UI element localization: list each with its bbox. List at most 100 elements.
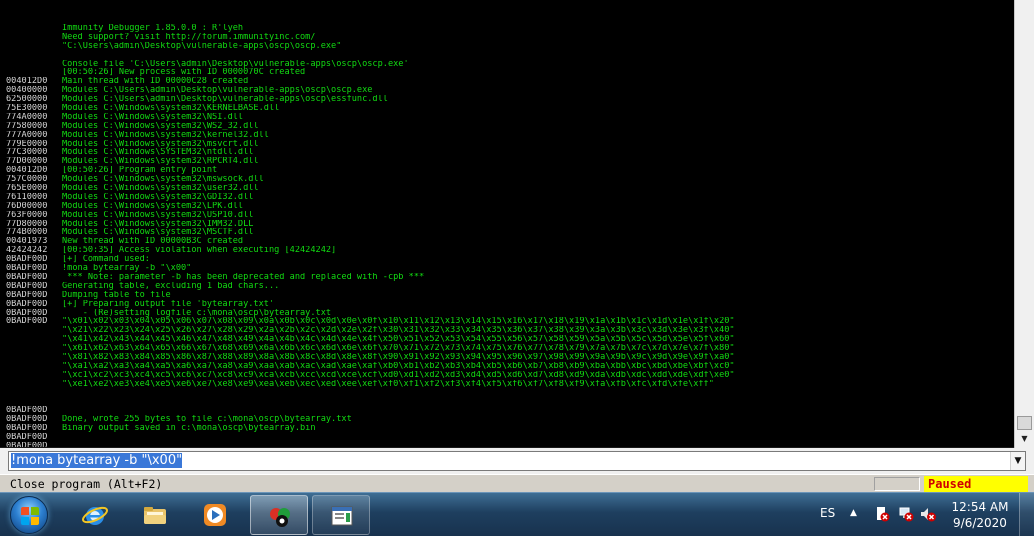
log-address: 777A0000 [6, 130, 48, 140]
log-address: 0BADF00D [6, 290, 48, 300]
log-line[interactable]: 00400000 Modules C:\Users\admin\Desktop\v… [6, 86, 1012, 95]
status-text: Close program (Alt+F2) [10, 477, 163, 491]
log-line[interactable]: Need support? visit http://forum.immunit… [6, 33, 1012, 42]
log-line[interactable]: "\x21\x22\x23\x24\x25\x26\x27\x28\x29\x2… [6, 326, 1012, 335]
log-line[interactable]: "\xe1\xe2\xe3\xe4\xe5\xe6\xe7\xe8\xe9\xe… [6, 380, 1012, 389]
log-line[interactable]: 0BADF00D "\x01\x02\x03\x04\x05\x06\x07\x0… [6, 317, 1012, 326]
log-line[interactable]: 42424242 [00:50:35] Access violation when… [6, 246, 1012, 255]
log-line[interactable]: 77C30000 Modules C:\Windows\SYSTEM32\ntdl… [6, 148, 1012, 157]
log-line[interactable]: 77D00000 Modules C:\Windows\system32\RPCR… [6, 157, 1012, 166]
network-icon[interactable] [898, 506, 914, 522]
log-line[interactable]: 0BADF00D Done, wrote 255 bytes to file c:… [6, 415, 1012, 424]
log-line[interactable]: "\x81\x82\x83\x84\x85\x86\x87\x88\x89\x8… [6, 353, 1012, 362]
log-message: Main thread with ID 00000C28 created [62, 77, 249, 87]
log-lines: Immunity Debugger 1.85.0.0 : R'lyeh Need … [6, 24, 1012, 447]
log-line[interactable]: 763F0000 Modules C:\Windows\system32\USP1… [6, 211, 1012, 220]
log-message: [00:50:26] New process with ID 0000070C … [62, 68, 306, 78]
log-line[interactable]: 0BADF00D [+] Preparing output file 'bytea… [6, 300, 1012, 309]
log-scrollbar[interactable]: ▼ [1014, 0, 1034, 448]
log-line[interactable]: 765E0000 Modules C:\Windows\system32\user… [6, 184, 1012, 193]
log-message: "\x01\x02\x03\x04\x05\x06\x07\x08\x09\x0… [62, 317, 735, 327]
taskbar-explorer-button[interactable] [126, 495, 184, 535]
log-message: Modules C:\Windows\SYSTEM32\ntdll.dll [62, 148, 254, 158]
command-input[interactable]: !mona bytearray -b "\x00" [8, 451, 1026, 471]
log-line[interactable]: 77580000 Modules C:\Windows\system32\WS2_… [6, 122, 1012, 131]
log-line[interactable]: 0BADF00D Generating table, excluding 1 ba… [6, 282, 1012, 291]
log-line[interactable]: "C:\Users\admin\Desktop\vulnerable-apps\… [6, 42, 1012, 51]
log-line[interactable]: 0BADF00D Binary output saved in c:\mona\o… [6, 424, 1012, 433]
log-message: Modules C:\Windows\system32\RPCRT4.dll [62, 157, 259, 167]
command-bar: !mona bytearray -b "\x00" ▼ [0, 448, 1034, 474]
log-message: Modules C:\Windows\system32\msvcrt.dll [62, 139, 259, 149]
taskbar-window-button[interactable] [312, 495, 370, 535]
log-line[interactable]: Immunity Debugger 1.85.0.0 : R'lyeh [6, 24, 1012, 33]
command-dropdown-icon[interactable]: ▼ [1010, 452, 1025, 470]
log-address: 77C30000 [6, 148, 48, 158]
status-bar: Close program (Alt+F2) Paused [0, 474, 1034, 492]
clock-time[interactable]: 12:54 AM [950, 500, 1010, 514]
log-line[interactable]: "\xa1\xa2\xa3\xa4\xa5\xa6\xa7\xa8\xa9\xa… [6, 362, 1012, 371]
window-icon [331, 506, 353, 526]
log-address: 0BADF00D [6, 406, 48, 416]
log-message: [00:50:26] Program entry point [62, 166, 218, 176]
log-line[interactable]: 777A0000 Modules C:\Windows\system32\kern… [6, 131, 1012, 140]
log-line[interactable]: 0BADF00D [6, 406, 1012, 415]
log-line[interactable]: 774A0000 Modules C:\Windows\system32\NSI.… [6, 113, 1012, 122]
language-indicator[interactable]: ES [820, 506, 835, 520]
taskbar-ie-button[interactable] [66, 495, 124, 535]
log-line[interactable]: Console file 'C:\Users\admin\Desktop\vul… [6, 60, 1012, 69]
system-tray: ES ▲ 12:54 AM 9/6/2020 [810, 493, 1034, 536]
scroll-down-icon[interactable]: ▼ [1017, 432, 1032, 446]
log-line[interactable]: 0BADF00D *** Note: parameter -b has been… [6, 273, 1012, 282]
clock-date[interactable]: 9/6/2020 [950, 516, 1010, 530]
log-address: 75E30000 [6, 104, 48, 113]
log-address: 77D80000 [6, 219, 48, 229]
log-line[interactable] [6, 397, 1012, 406]
log-address [6, 389, 62, 398]
log-line[interactable]: 0BADF00D [6, 433, 1012, 442]
log-message: Modules C:\Users\admin\Desktop\vulnerabl… [62, 95, 388, 105]
log-address [6, 371, 62, 380]
log-message: Binary output saved in c:\mona\oscp\byte… [62, 424, 316, 433]
log-line[interactable]: 779E0000 Modules C:\Windows\system32\msvc… [6, 140, 1012, 149]
log-line[interactable]: "\x61\x62\x63\x64\x65\x66\x67\x68\x69\x6… [6, 344, 1012, 353]
log-line[interactable] [6, 51, 1012, 60]
log-line[interactable]: 76110000 Modules C:\Windows\system32\GDI3… [6, 193, 1012, 202]
log-address: 0BADF00D [6, 415, 48, 425]
log-message: - (Re)setting logfile c:\mona\oscp\bytea… [62, 308, 332, 318]
log-line[interactable]: 77D80000 Modules C:\Windows\system32\IMM3… [6, 220, 1012, 229]
log-address [6, 353, 62, 362]
log-address [6, 60, 62, 69]
log-line[interactable]: "\x41\x42\x43\x44\x45\x46\x47\x48\x49\x4… [6, 335, 1012, 344]
log-line[interactable]: 774B0000 Modules C:\Windows\system32\MSCT… [6, 228, 1012, 237]
start-button[interactable] [10, 496, 48, 534]
taskbar-immunity-debugger-button[interactable] [250, 495, 308, 535]
log-line[interactable]: 0BADF00D !mona bytearray -b "\x00" [6, 264, 1012, 273]
immunity-debugger-icon [270, 508, 290, 527]
log-line[interactable]: 757C0000 Modules C:\Windows\system32\msws… [6, 175, 1012, 184]
volume-muted-icon[interactable] [920, 506, 936, 522]
log-line[interactable]: [00:50:26] New process with ID 0000070C … [6, 68, 1012, 77]
show-desktop-button[interactable] [1019, 493, 1034, 536]
show-hidden-icons-icon[interactable]: ▲ [850, 508, 857, 518]
taskbar-media-player-button[interactable] [186, 495, 244, 535]
scrollbar-thumb[interactable] [1017, 416, 1032, 430]
log-line[interactable]: 0BADF00D [+] Command used: [6, 255, 1012, 264]
log-line[interactable]: 0BADF00D Dumping table to file [6, 291, 1012, 300]
action-center-icon[interactable] [874, 506, 890, 522]
log-line[interactable]: 004012D0 [00:50:26] Program entry point [6, 166, 1012, 175]
log-address [6, 51, 62, 60]
log-message: !mona bytearray -b "\x00" [62, 264, 192, 273]
log-address: 42424242 [6, 246, 48, 256]
log-line[interactable]: "\xc1\xc2\xc3\xc4\xc5\xc6\xc7\xc8\xc9\xc… [6, 371, 1012, 380]
log-line[interactable]: 62500000 Modules C:\Users\admin\Desktop\v… [6, 95, 1012, 104]
log-line[interactable]: 0BADF00D - (Re)setting logfile c:\mona\o… [6, 309, 1012, 318]
log-message: Modules C:\Windows\system32\GDI32.dll [62, 192, 254, 202]
log-line[interactable] [6, 389, 1012, 398]
log-line[interactable]: 00401973 New thread with ID 00000B3C crea… [6, 237, 1012, 246]
log-window[interactable]: Immunity Debugger 1.85.0.0 : R'lyeh Need … [0, 0, 1014, 448]
log-message: "\xa1\xa2\xa3\xa4\xa5\xa6\xa7\xa8\xa9\xa… [62, 361, 735, 371]
log-line[interactable]: 76D00000 Modules C:\Windows\system32\LPK.… [6, 202, 1012, 211]
log-line[interactable]: 75E30000 Modules C:\Windows\system32\KERN… [6, 104, 1012, 113]
log-line[interactable]: 004012D0 Main thread with ID 00000C28 cre… [6, 77, 1012, 86]
